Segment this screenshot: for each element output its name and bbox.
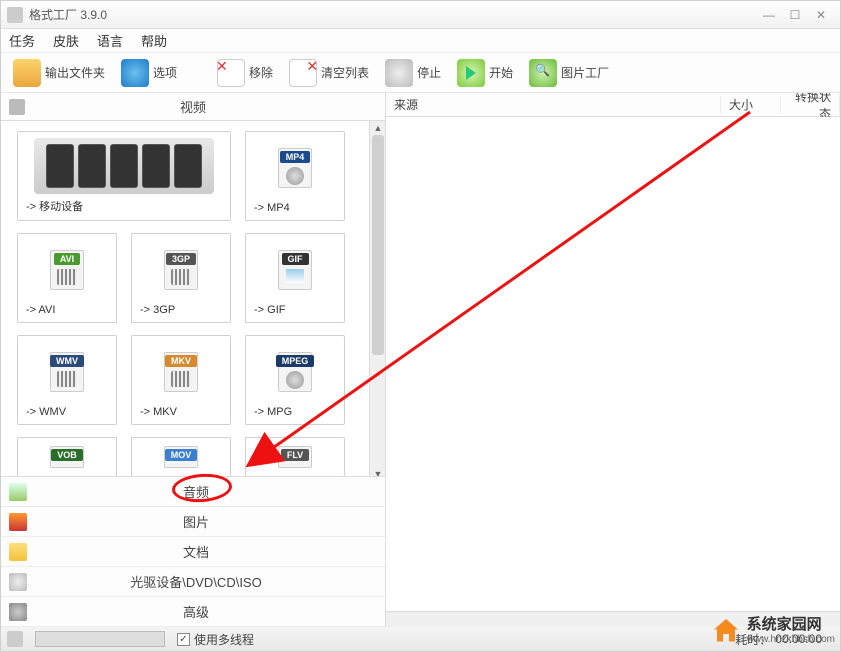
right-panel: 来源 大小 转换状态 — [386, 93, 840, 627]
advanced-icon — [9, 603, 27, 621]
video-header-icon — [9, 99, 25, 115]
remove-icon — [217, 59, 245, 87]
card-avi[interactable]: AVI -> AVI — [17, 233, 117, 323]
category-advanced[interactable]: 高级 — [1, 597, 385, 627]
category-dvd[interactable]: 光驱设备\DVD\CD\ISO — [1, 567, 385, 597]
start-button[interactable]: 开始 — [451, 57, 519, 89]
multithread-checkbox[interactable]: ✓使用多线程 — [177, 631, 254, 648]
maximize-button[interactable]: ☐ — [782, 5, 808, 25]
minimize-button[interactable]: — — [756, 5, 782, 25]
menu-task[interactable]: 任务 — [9, 31, 35, 50]
dvd-icon — [9, 573, 27, 591]
category-audio[interactable]: 音频 — [1, 477, 385, 507]
card-mp4[interactable]: MP4 -> MP4 — [245, 131, 345, 221]
card-mkv[interactable]: MKV -> MKV — [131, 335, 231, 425]
card-mpg[interactable]: MPEG -> MPG — [245, 335, 345, 425]
card-vob[interactable]: VOB — [17, 437, 117, 476]
output-folder-button[interactable]: 输出文件夹 — [7, 57, 111, 89]
stop-button[interactable]: 停止 — [379, 57, 447, 89]
picture-icon — [9, 513, 27, 531]
menubar: 任务 皮肤 语言 帮助 — [1, 29, 840, 53]
left-scrollbar[interactable]: ▲ ▼ — [369, 121, 385, 476]
scroll-down-icon[interactable]: ▼ — [370, 467, 385, 476]
card-wmv[interactable]: WMV -> WMV — [17, 335, 117, 425]
options-icon — [121, 59, 149, 87]
stop-icon — [385, 59, 413, 87]
scroll-thumb[interactable] — [372, 135, 384, 355]
video-category-header[interactable]: 视频 — [1, 93, 385, 121]
audio-icon — [9, 483, 27, 501]
watermark: 系统家园网www.hnzkhbsb.com — [711, 616, 835, 646]
menu-skin[interactable]: 皮肤 — [53, 31, 79, 50]
col-source[interactable]: 来源 — [386, 96, 721, 113]
app-icon — [7, 7, 23, 23]
titlebar: 格式工厂 3.9.0 — ☐ ✕ — [1, 1, 840, 29]
left-panel: 视频 -> 移动设备 MP4 -> MP4 AVI -> AVI — [1, 93, 386, 627]
scroll-up-icon[interactable]: ▲ — [370, 121, 385, 135]
card-gif[interactable]: GIF -> GIF — [245, 233, 345, 323]
status-icon-1[interactable] — [7, 631, 23, 647]
file-list — [386, 117, 840, 627]
pic-factory-icon — [529, 59, 557, 87]
clear-button[interactable]: 清空列表 — [283, 57, 375, 89]
options-button[interactable]: 选项 — [115, 57, 183, 89]
menu-help[interactable]: 帮助 — [141, 31, 167, 50]
toolbar: 输出文件夹 选项 移除 清空列表 停止 开始 图片工厂 — [1, 53, 840, 93]
play-icon — [457, 59, 485, 87]
clear-icon — [289, 59, 317, 87]
folder-icon — [13, 59, 41, 87]
card-3gp[interactable]: 3GP -> 3GP — [131, 233, 231, 323]
card-mobile[interactable]: -> 移动设备 — [17, 131, 231, 221]
format-grid: -> 移动设备 MP4 -> MP4 AVI -> AVI 3GP -> 3GP — [1, 121, 385, 476]
pic-factory-button[interactable]: 图片工厂 — [523, 57, 615, 89]
close-button[interactable]: ✕ — [808, 5, 834, 25]
document-icon — [9, 543, 27, 561]
card-mov[interactable]: MOV — [131, 437, 231, 476]
remove-button[interactable]: 移除 — [211, 57, 279, 89]
window-title: 格式工厂 3.9.0 — [29, 6, 756, 23]
col-size[interactable]: 大小 — [721, 96, 781, 113]
column-headers: 来源 大小 转换状态 — [386, 93, 840, 117]
card-flv[interactable]: FLV — [245, 437, 345, 476]
menu-lang[interactable]: 语言 — [97, 31, 123, 50]
watermark-logo-icon — [711, 616, 741, 646]
status-progress — [35, 631, 165, 647]
category-document[interactable]: 文档 — [1, 537, 385, 567]
devices-icon — [34, 138, 214, 194]
category-picture[interactable]: 图片 — [1, 507, 385, 537]
